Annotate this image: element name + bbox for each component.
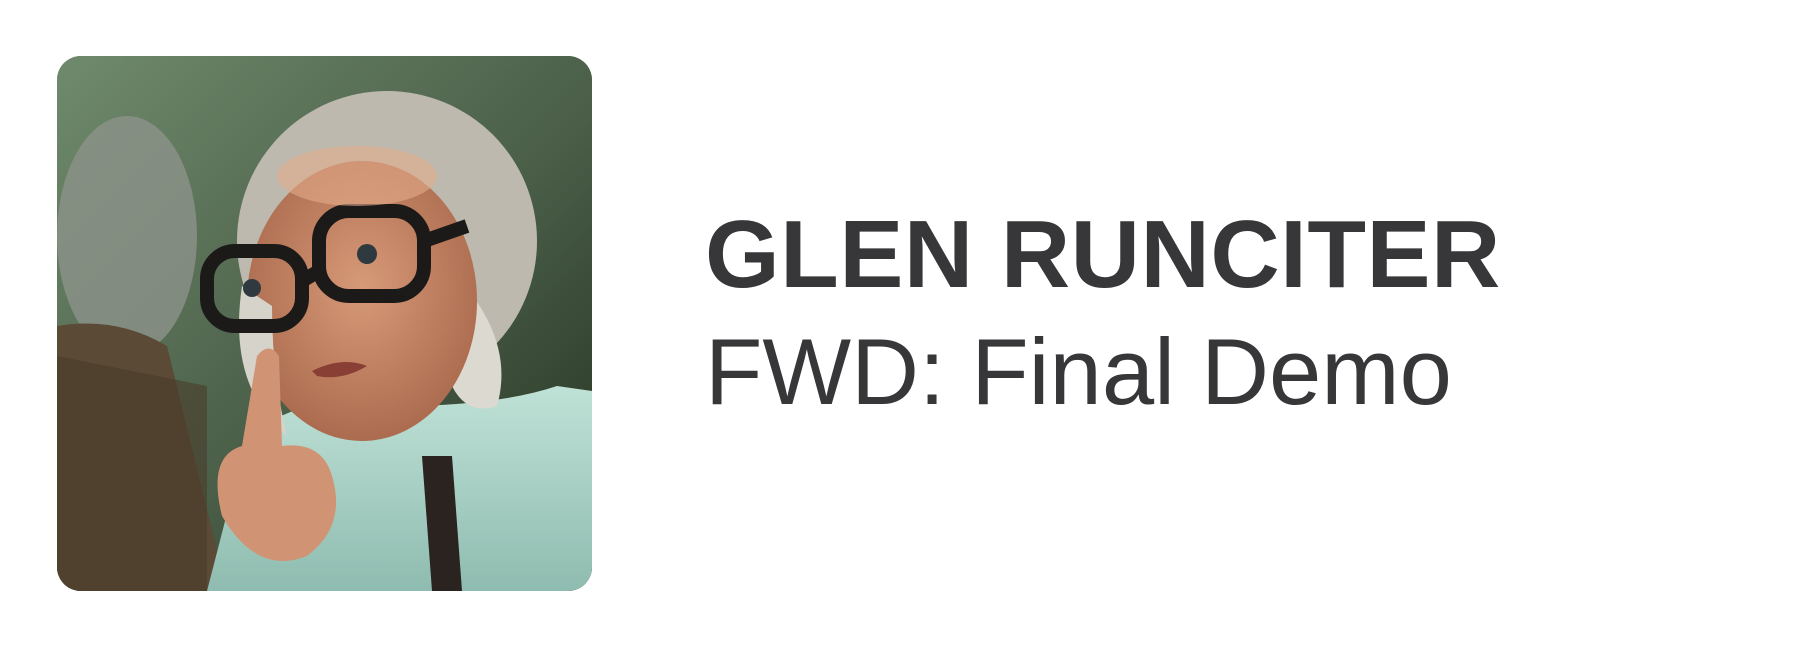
- message-subject: FWD: Final Demo: [705, 319, 1452, 424]
- message-text-block: GLEN RUNCITER FWD: Final Demo: [705, 200, 1745, 428]
- sender-avatar: [57, 56, 592, 591]
- sender-name: GLEN RUNCITER: [705, 201, 1501, 308]
- contact-photo-icon: [57, 56, 592, 591]
- message-notification-card[interactable]: GLEN RUNCITER FWD: Final Demo: [0, 0, 1800, 662]
